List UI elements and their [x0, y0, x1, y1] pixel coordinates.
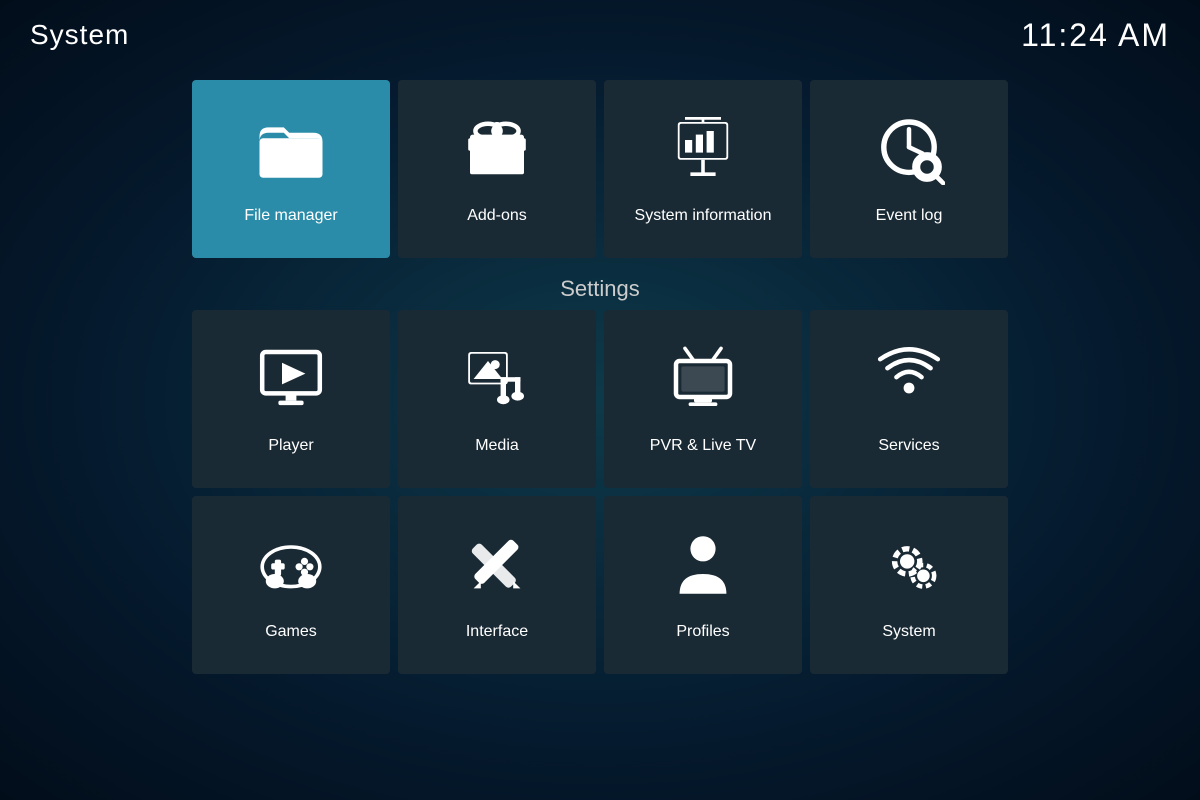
tile-games-label: Games: [265, 623, 317, 641]
page-title: System: [30, 19, 129, 51]
tile-system-information-label: System information: [635, 207, 772, 225]
tile-player-label: Player: [268, 437, 313, 455]
settings-section-label: Settings: [100, 276, 1100, 302]
tile-services-label: Services: [878, 437, 939, 455]
sysinfo-icon: [667, 113, 739, 195]
tile-system[interactable]: System: [810, 496, 1008, 674]
tile-pvr-label: PVR & Live TV: [650, 437, 756, 455]
main-content: File manager Add-ons: [0, 70, 1200, 800]
tile-file-manager-label: File manager: [244, 207, 337, 225]
tile-file-manager[interactable]: File manager: [192, 80, 390, 258]
folder-icon: [255, 113, 327, 195]
interface-icon: [461, 529, 533, 611]
top-row: File manager Add-ons: [192, 80, 1008, 258]
tile-interface[interactable]: Interface: [398, 496, 596, 674]
tile-profiles[interactable]: Profiles: [604, 496, 802, 674]
games-icon: [255, 529, 327, 611]
tile-services[interactable]: Services: [810, 310, 1008, 488]
addons-icon: [461, 113, 533, 195]
tile-event-log[interactable]: Event log: [810, 80, 1008, 258]
tile-pvr[interactable]: PVR & Live TV: [604, 310, 802, 488]
tile-add-ons[interactable]: Add-ons: [398, 80, 596, 258]
tile-media[interactable]: Media: [398, 310, 596, 488]
tile-system-information[interactable]: System information: [604, 80, 802, 258]
settings-row-2: Games Interface: [192, 496, 1008, 674]
tile-system-label: System: [882, 623, 935, 641]
pvr-icon: [667, 343, 739, 425]
tile-interface-label: Interface: [466, 623, 528, 641]
tile-profiles-label: Profiles: [676, 623, 729, 641]
tile-event-log-label: Event log: [876, 207, 943, 225]
tile-games[interactable]: Games: [192, 496, 390, 674]
settings-row-1: Player Media: [192, 310, 1008, 488]
media-icon: [461, 343, 533, 425]
tile-player[interactable]: Player: [192, 310, 390, 488]
eventlog-icon: [873, 113, 945, 195]
system-icon: [873, 529, 945, 611]
player-icon: [255, 343, 327, 425]
profiles-icon: [667, 529, 739, 611]
services-icon: [873, 343, 945, 425]
top-bar: System 11:24 AM: [0, 0, 1200, 70]
clock: 11:24 AM: [1021, 17, 1170, 54]
tile-add-ons-label: Add-ons: [467, 207, 527, 225]
tile-media-label: Media: [475, 437, 519, 455]
